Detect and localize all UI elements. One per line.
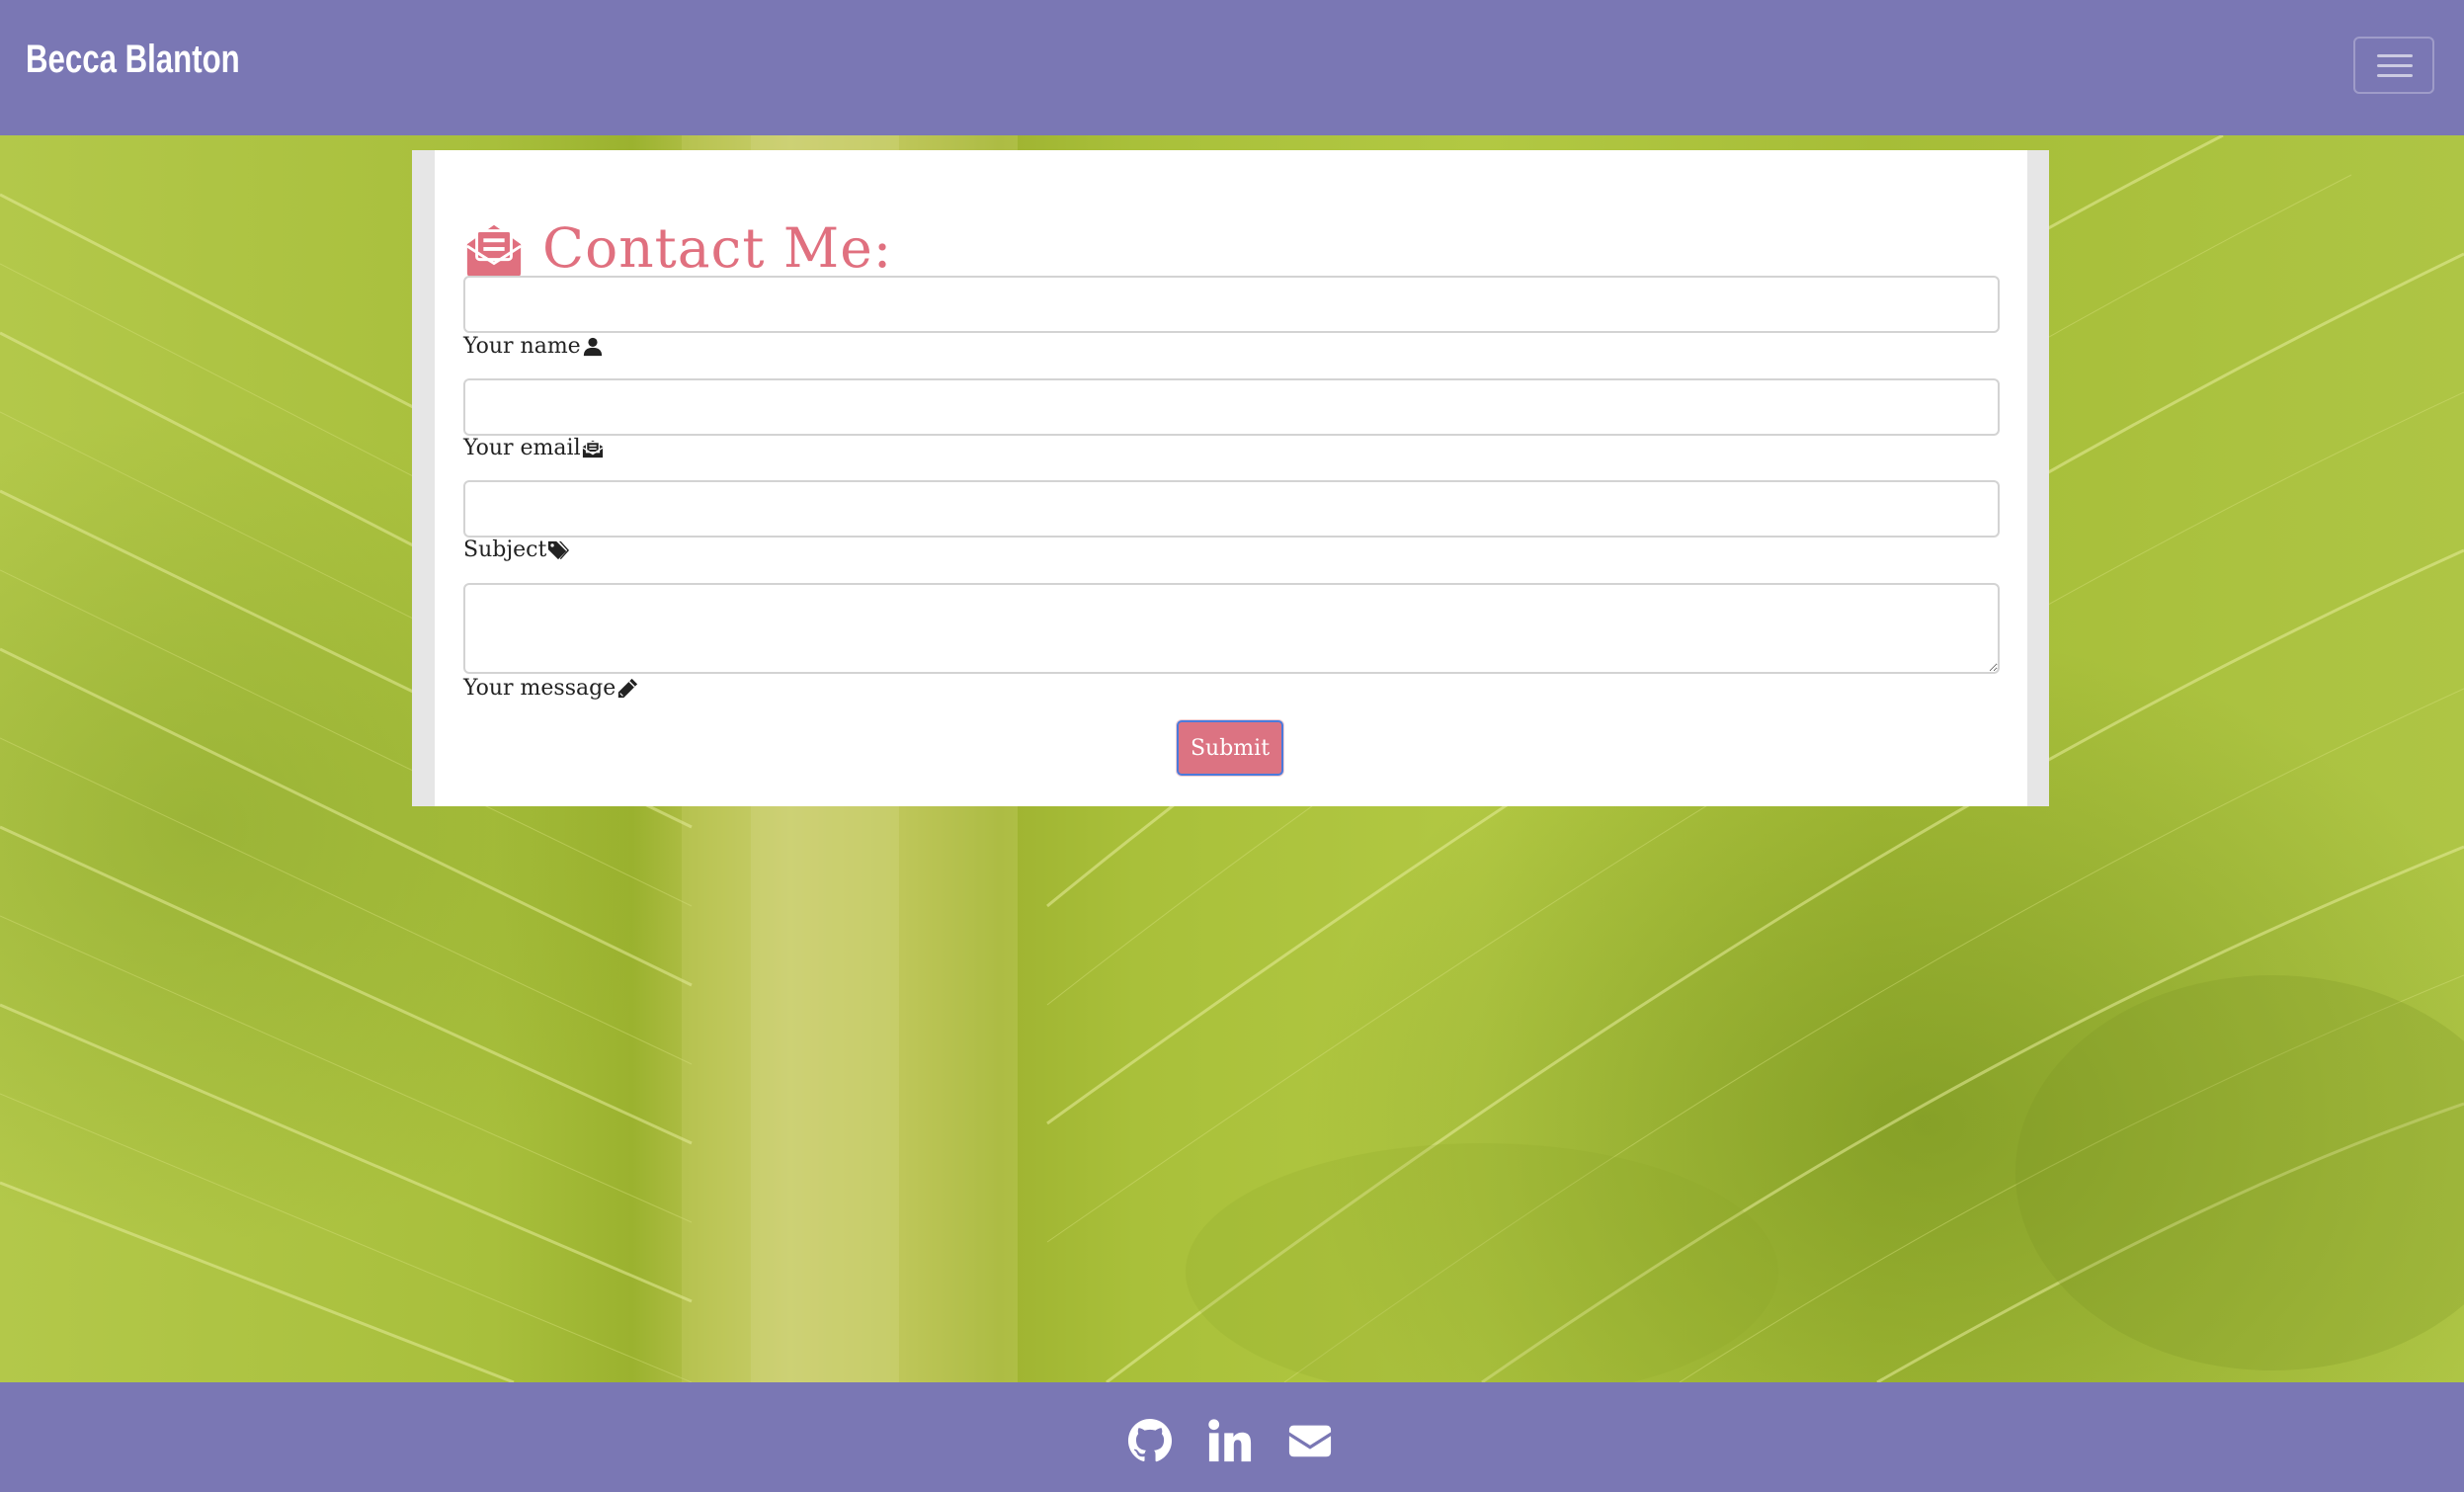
- message-textarea[interactable]: [463, 583, 2000, 674]
- linkedin-link[interactable]: [1207, 1418, 1253, 1463]
- github-icon: [1127, 1418, 1173, 1462]
- envelope-open-text-icon: [466, 225, 522, 278]
- subject-input[interactable]: [463, 480, 2000, 538]
- footer: [0, 1382, 2464, 1492]
- user-icon: [583, 337, 602, 356]
- message-label: Your message: [463, 676, 638, 701]
- tags-icon: [548, 540, 570, 559]
- hamburger-menu-icon: [2377, 54, 2413, 57]
- pencil-icon: [618, 678, 638, 698]
- message-label-text: Your message: [463, 676, 616, 701]
- envelope-icon: [1288, 1425, 1332, 1457]
- email-label-text: Your email: [463, 436, 581, 460]
- name-label: Your name: [463, 334, 604, 359]
- email-label: Your email: [463, 436, 604, 460]
- github-link[interactable]: [1127, 1418, 1173, 1463]
- name-label-text: Your name: [463, 334, 581, 359]
- linkedin-icon: [1208, 1419, 1252, 1462]
- navbar: Becca Blanton: [0, 0, 2464, 135]
- envelope-open-text-icon: [582, 440, 604, 457]
- brand-link[interactable]: Becca Blanton: [26, 38, 240, 82]
- name-input[interactable]: [463, 276, 2000, 333]
- page-title: Contact Me:: [542, 216, 893, 281]
- subject-label: Subject: [463, 538, 570, 562]
- email-link[interactable]: [1287, 1418, 1333, 1463]
- navbar-toggle-button[interactable]: [2353, 37, 2434, 94]
- email-input[interactable]: [463, 378, 2000, 436]
- submit-button[interactable]: Submit: [1177, 720, 1283, 776]
- subject-label-text: Subject: [463, 538, 547, 562]
